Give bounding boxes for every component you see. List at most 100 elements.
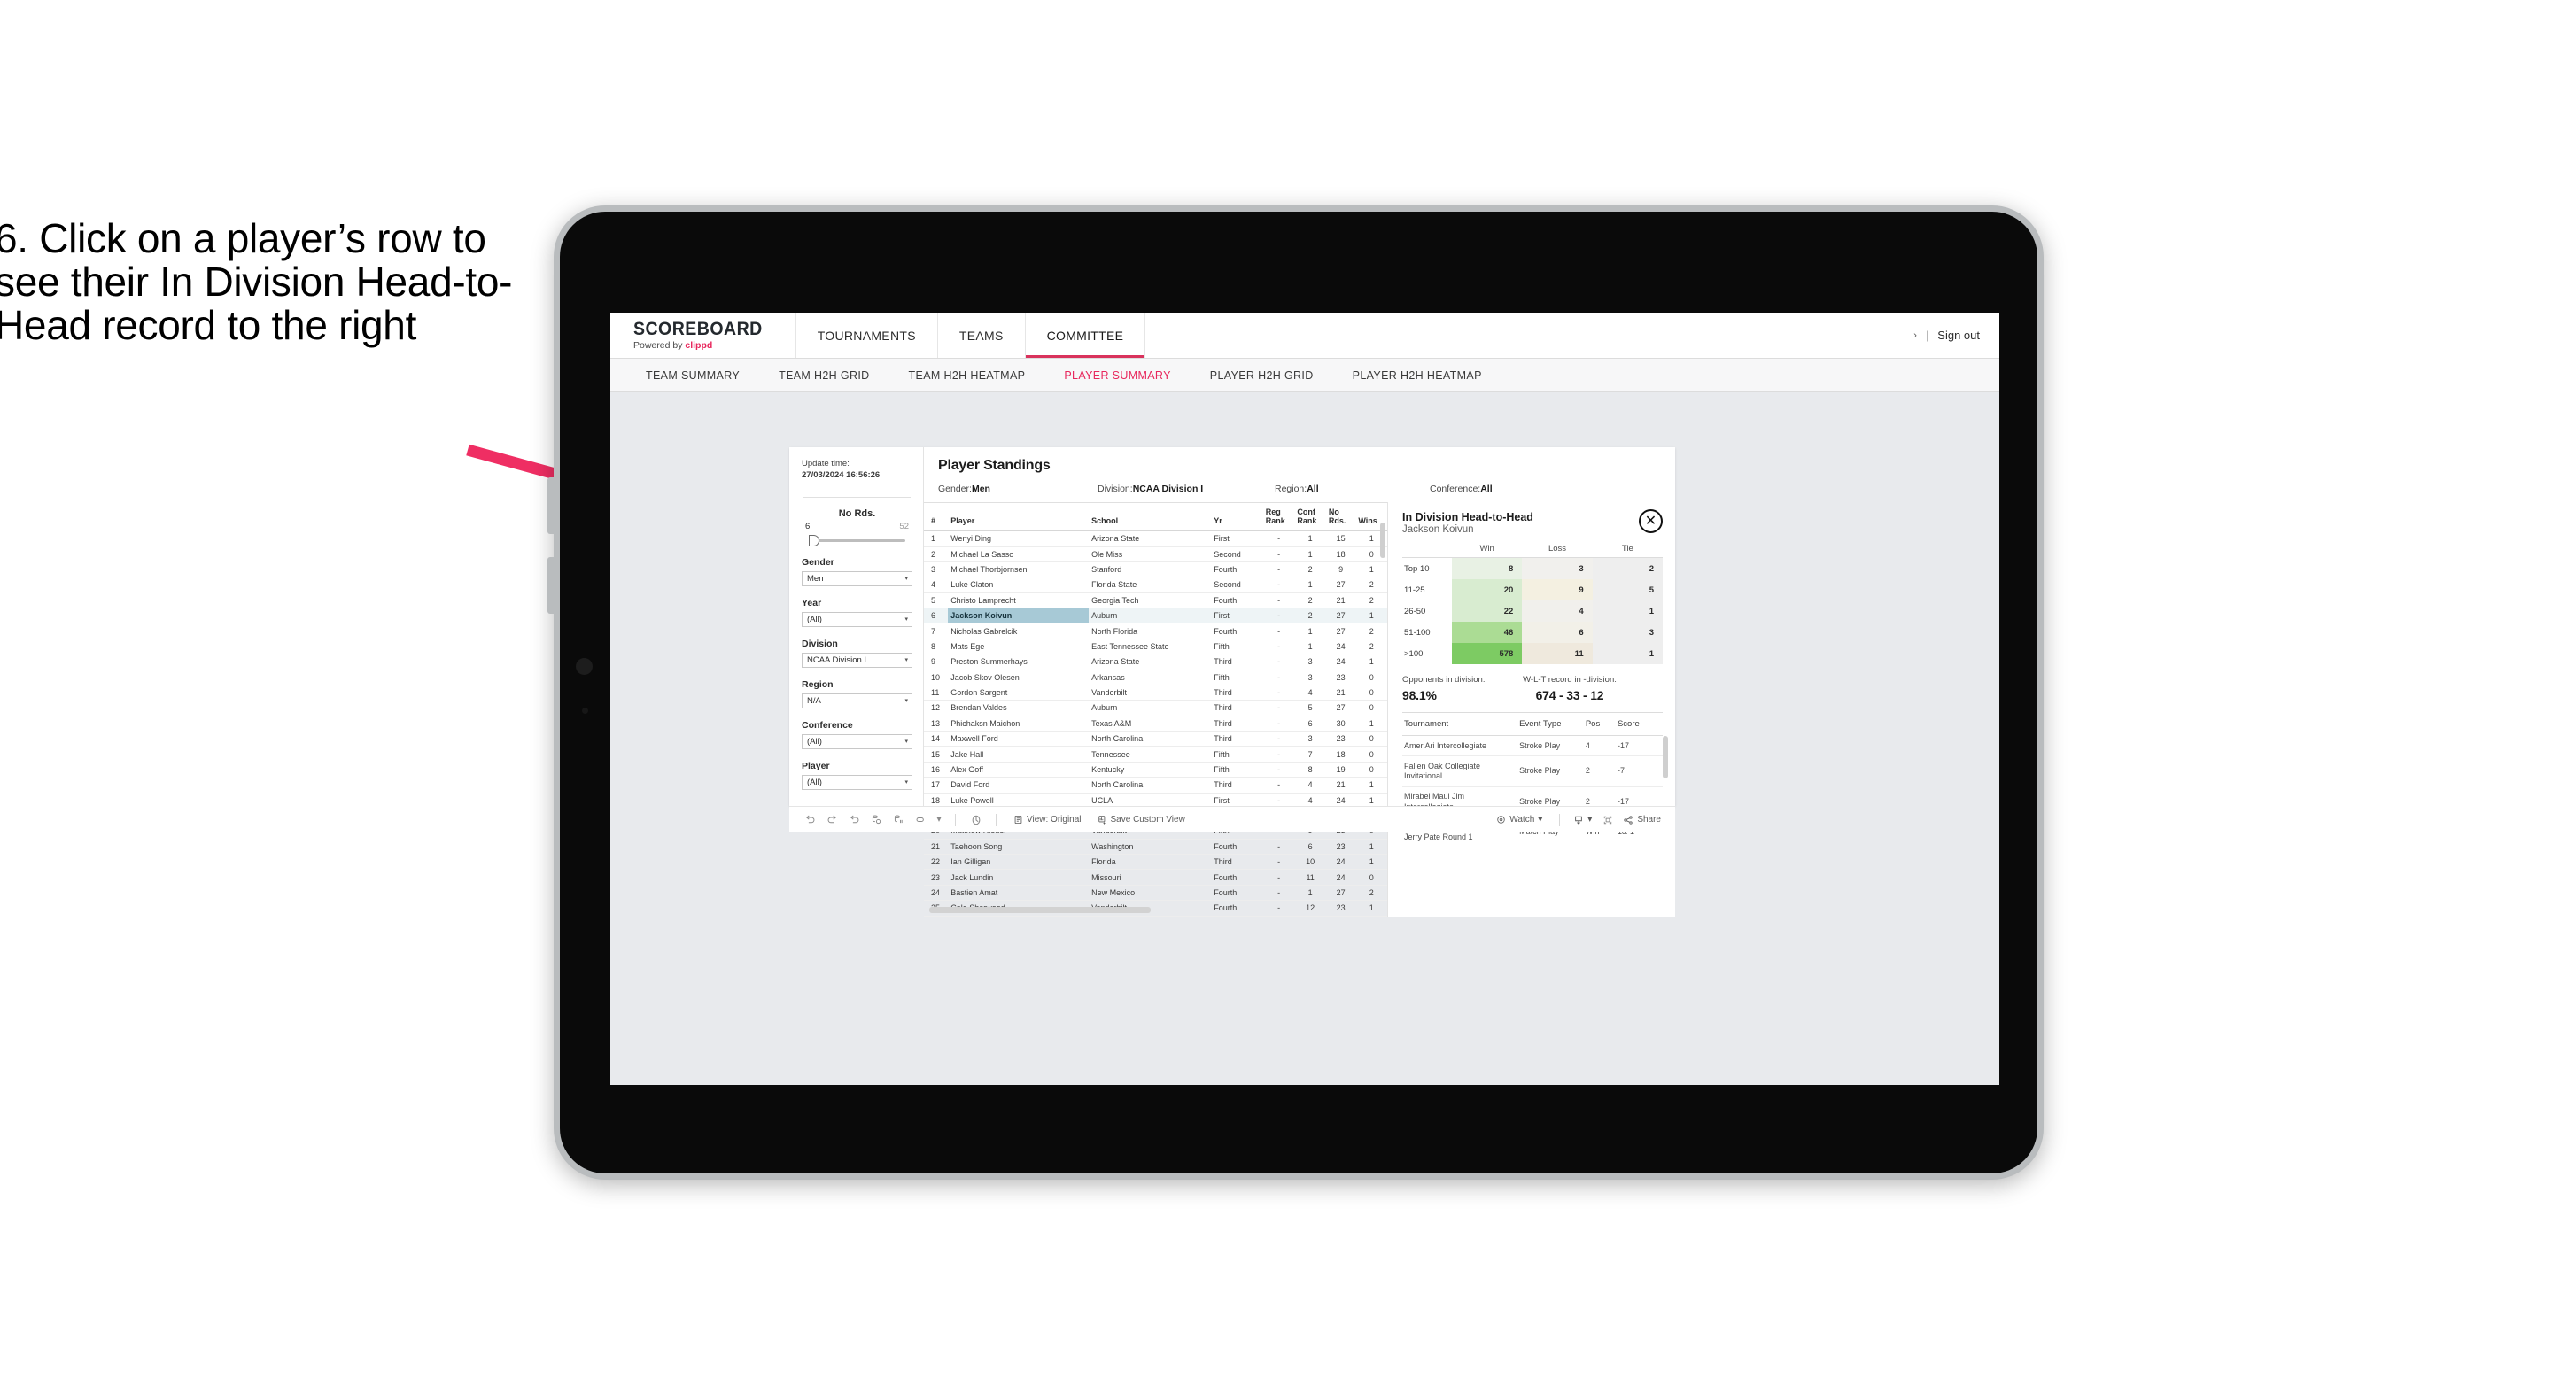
download-button[interactable]: ▾ xyxy=(1570,815,1595,825)
cell-reg-rank: - xyxy=(1262,561,1295,578)
heatmap-cell-tie[interactable]: 3 xyxy=(1592,622,1663,643)
share-button[interactable]: Share xyxy=(1619,815,1664,825)
table-row[interactable]: 5 Christo Lamprecht Georgia Tech Fourth -2 21… xyxy=(924,592,1387,609)
cell-no-rds: 23 xyxy=(1325,900,1356,917)
table-row[interactable]: 21 Taehoon Song Washington Fourth -6 23 1 xyxy=(924,839,1387,856)
table-row[interactable]: 14 Maxwell Ford North Carolina Third -3 23 0 xyxy=(924,731,1387,747)
heatmap-row-label: 51-100 xyxy=(1402,622,1452,643)
cell-rank: 23 xyxy=(924,869,949,886)
save-custom-view-button[interactable]: Save Custom View xyxy=(1090,815,1192,825)
heatmap-cell-win[interactable]: 46 xyxy=(1452,622,1523,643)
brand-logo[interactable]: SCOREBOARD Powered by clippd xyxy=(610,313,796,358)
undo-icon[interactable] xyxy=(800,810,820,830)
table-row[interactable]: 13 Phichaksn Maichon Texas A&M Third -6 30 1 xyxy=(924,716,1387,732)
tab-player-h2h-heatmap[interactable]: PLAYER H2H HEATMAP xyxy=(1333,369,1501,382)
nav-item-teams[interactable]: TEAMS xyxy=(938,313,1026,358)
col-reg-rank[interactable]: Reg Rank xyxy=(1262,503,1295,532)
tournament-row[interactable]: Fallen Oak Collegiate Invitational Stroke… xyxy=(1402,755,1663,787)
pause-auto-update-icon[interactable] xyxy=(888,810,909,830)
tab-player-summary[interactable]: PLAYER SUMMARY xyxy=(1044,369,1190,382)
table-row[interactable]: 23 Jack Lundin Missouri Fourth -11 24 0 xyxy=(924,869,1387,886)
cell-player: Jackson Koivun xyxy=(948,608,1090,624)
col-school[interactable]: School xyxy=(1089,503,1212,532)
tab-team-h2h-grid[interactable]: TEAM H2H GRID xyxy=(759,369,888,382)
horizontal-scrollbar[interactable] xyxy=(929,906,1151,913)
cell-school: Texas A&M xyxy=(1089,716,1212,732)
table-row[interactable]: 17 David Ford North Carolina Third -4 21 1 xyxy=(924,777,1387,794)
col-year[interactable]: Yr xyxy=(1211,503,1263,532)
heatmap-cell-tie[interactable]: 1 xyxy=(1592,600,1663,622)
nav-item-committee[interactable]: COMMITTEE xyxy=(1026,313,1146,358)
filter-conference-select[interactable]: (All) ▾ xyxy=(802,733,912,749)
tournament-scrollbar[interactable] xyxy=(1663,736,1668,778)
heatmap-cell-win[interactable]: 20 xyxy=(1452,579,1523,600)
cell-score: -7 xyxy=(1615,755,1663,787)
heatmap-cell-tie[interactable]: 1 xyxy=(1592,643,1663,664)
table-row[interactable]: 1 Wenyi Ding Arizona State First -1 15 1 xyxy=(924,530,1387,547)
table-row[interactable]: 16 Alex Goff Kentucky Fifth -8 19 0 xyxy=(924,762,1387,778)
filter-gender-select[interactable]: Men ▾ xyxy=(802,570,912,586)
sign-out-link[interactable]: Sign out xyxy=(1937,329,1980,342)
table-row[interactable]: 8 Mats Ege East Tennessee State Fifth -1 24 2 xyxy=(924,639,1387,655)
col-player[interactable]: Player xyxy=(948,503,1090,532)
chevron-right-icon[interactable]: › xyxy=(1913,330,1917,341)
cell-rank: 6 xyxy=(924,608,949,624)
primary-nav: TOURNAMENTS TEAMS COMMITTEE xyxy=(796,313,1146,358)
table-row[interactable]: 6 Jackson Koivun Auburn First -2 27 1 xyxy=(924,608,1387,624)
col-rank[interactable]: # xyxy=(924,503,949,532)
tab-player-h2h-grid[interactable]: PLAYER H2H GRID xyxy=(1191,369,1333,382)
h2h-heatmap-table: Win Loss Tie Top 10 8 3 2 11-25 20 9 5 26-50 22 4 1… xyxy=(1402,544,1663,664)
heatmap-cell-loss[interactable]: 6 xyxy=(1522,622,1593,643)
filter-player-select[interactable]: (All) ▾ xyxy=(802,774,912,790)
pause-icon[interactable] xyxy=(966,810,986,830)
close-icon[interactable]: ✕ xyxy=(1639,509,1663,533)
table-row[interactable]: 9 Preston Summerhays Arizona State Third -3 2… xyxy=(924,654,1387,670)
chevron-down-icon[interactable]: ▾ xyxy=(933,810,945,830)
refresh-data-icon[interactable] xyxy=(866,810,887,830)
table-row[interactable]: 22 Ian Gilligan Florida Third -10 24 1 xyxy=(924,854,1387,871)
cell-rank: 22 xyxy=(924,854,949,871)
filter-region-select[interactable]: N/A ▾ xyxy=(802,693,912,708)
table-row[interactable]: 4 Luke Claton Florida State Second -1 27 2 xyxy=(924,577,1387,593)
redo-icon[interactable] xyxy=(822,810,842,830)
tab-team-h2h-heatmap[interactable]: TEAM H2H HEATMAP xyxy=(889,369,1045,382)
tournament-row[interactable]: Amer Ari Intercollegiate Stroke Play 4 -17 xyxy=(1402,735,1663,757)
table-row[interactable]: 3 Michael Thorbjornsen Stanford Fourth -2 9 1 xyxy=(924,561,1387,578)
col-conf-rank[interactable]: Conf Rank xyxy=(1294,503,1326,532)
cell-school: Kentucky xyxy=(1089,762,1212,778)
heatmap-row: 11-25 20 9 5 xyxy=(1402,579,1663,600)
filter-year-select[interactable]: (All) ▾ xyxy=(802,611,912,627)
heatmap-cell-loss[interactable]: 9 xyxy=(1522,579,1593,600)
no-rounds-slider[interactable] xyxy=(802,534,912,546)
table-row[interactable]: 15 Jake Hall Tennessee Fifth -7 18 0 xyxy=(924,746,1387,763)
update-time-label: Update time: xyxy=(802,459,850,468)
highlight-icon[interactable] xyxy=(911,810,931,830)
heatmap-cell-win[interactable]: 8 xyxy=(1452,557,1523,579)
heatmap-cell-loss[interactable]: 11 xyxy=(1522,643,1593,664)
table-row[interactable]: 24 Bastien Amat New Mexico Fourth -1 27 2 xyxy=(924,885,1387,902)
tab-team-summary[interactable]: TEAM SUMMARY xyxy=(626,369,759,382)
view-original-button[interactable]: View: Original xyxy=(1006,815,1089,825)
vertical-scrollbar[interactable] xyxy=(1380,523,1385,558)
heatmap-cell-win[interactable]: 578 xyxy=(1452,643,1523,664)
heatmap-cell-loss[interactable]: 3 xyxy=(1522,557,1593,579)
table-row[interactable]: 12 Brendan Valdes Auburn Third -5 27 0 xyxy=(924,700,1387,716)
heatmap-cell-loss[interactable]: 4 xyxy=(1522,600,1593,622)
heatmap-cell-win[interactable]: 22 xyxy=(1452,600,1523,622)
watch-button[interactable]: Watch ▾ xyxy=(1489,815,1549,825)
heatmap-cell-tie[interactable]: 2 xyxy=(1592,557,1663,579)
filter-division-select[interactable]: NCAA Division I ▾ xyxy=(802,652,912,668)
table-row[interactable]: 10 Jacob Skov Olesen Arkansas Fifth -3 23 0 xyxy=(924,670,1387,685)
revert-icon[interactable] xyxy=(844,810,865,830)
table-row[interactable]: 7 Nicholas Gabrelcik North Florida Fourth -1… xyxy=(924,623,1387,639)
cell-player: Brendan Valdes xyxy=(948,700,1090,716)
fullscreen-icon[interactable] xyxy=(1597,810,1618,830)
slider-handle[interactable] xyxy=(809,534,819,546)
nav-item-tournaments[interactable]: TOURNAMENTS xyxy=(796,313,938,358)
table-row[interactable]: 11 Gordon Sargent Vanderbilt Third -4 21 0 xyxy=(924,685,1387,701)
col-no-rds[interactable]: No Rds. xyxy=(1325,503,1356,532)
summary-conference: Conference: All xyxy=(1430,484,1493,494)
table-row[interactable]: 2 Michael La Sasso Ole Miss Second -1 18 0 xyxy=(924,546,1387,562)
cell-score: -17 xyxy=(1615,735,1663,757)
heatmap-cell-tie[interactable]: 5 xyxy=(1592,579,1663,600)
